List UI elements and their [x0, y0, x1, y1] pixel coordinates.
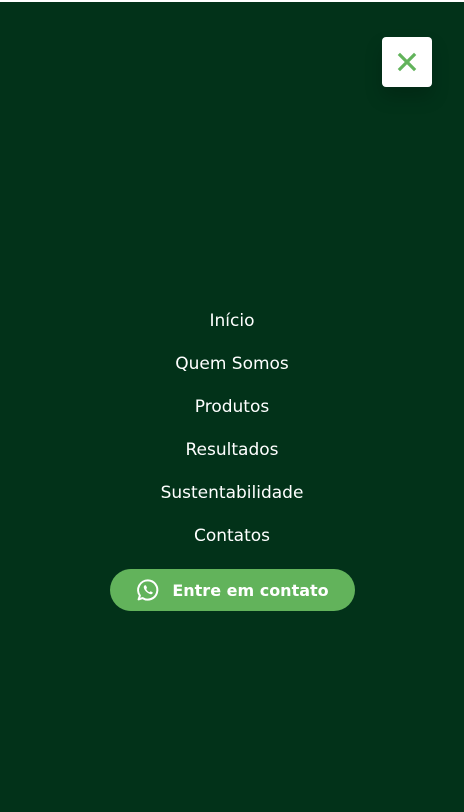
nav-link-produtos[interactable]: Produtos: [195, 391, 269, 423]
close-menu-button[interactable]: [382, 37, 432, 87]
nav-item-resultados: Resultados: [0, 434, 464, 477]
contact-whatsapp-button[interactable]: Entre em contato: [110, 569, 355, 611]
nav-link-sustentabilidade[interactable]: Sustentabilidade: [161, 477, 304, 509]
nav-item-produtos: Produtos: [0, 391, 464, 434]
nav-link-contatos[interactable]: Contatos: [194, 520, 270, 552]
contact-button-label: Entre em contato: [172, 580, 329, 600]
close-icon: [397, 52, 417, 72]
mobile-menu-overlay: Início Quem Somos Produtos Resultados Su…: [0, 2, 464, 812]
whatsapp-icon: [136, 578, 160, 602]
nav-item-sustentabilidade: Sustentabilidade: [0, 477, 464, 520]
nav-link-inicio[interactable]: Início: [210, 305, 255, 337]
main-nav: Início Quem Somos Produtos Resultados Su…: [0, 305, 464, 563]
nav-item-contatos: Contatos: [0, 520, 464, 563]
nav-link-quem-somos[interactable]: Quem Somos: [175, 348, 289, 380]
nav-link-resultados[interactable]: Resultados: [186, 434, 279, 466]
nav-item-quem-somos: Quem Somos: [0, 348, 464, 391]
nav-item-inicio: Início: [0, 305, 464, 348]
